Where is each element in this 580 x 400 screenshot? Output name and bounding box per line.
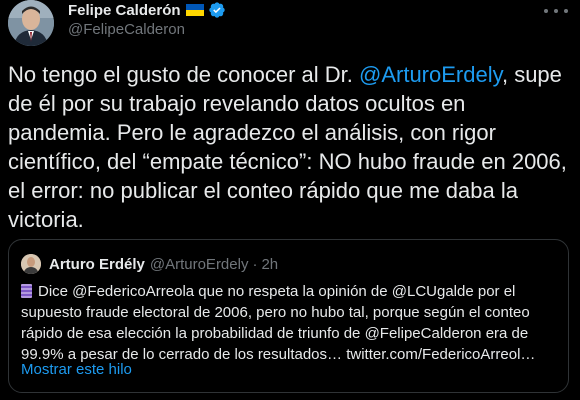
author-handle[interactable]: @FelipeCalderon [68, 21, 185, 38]
tweet-text: No tengo el gusto de conocer al Dr. @Art… [8, 60, 574, 234]
tweet: Felipe Calderón @FelipeCalderon No tengo… [0, 0, 580, 400]
author-name-row: Felipe Calderón [68, 0, 226, 20]
author-avatar[interactable] [8, 0, 54, 46]
mention-link[interactable]: @ArturoErdely [359, 62, 502, 87]
quoted-text: Dice @FedericoArreola que no respeta la … [21, 281, 561, 365]
quoted-author-avatar[interactable] [21, 254, 41, 274]
author-display-name[interactable]: Felipe Calderón [68, 2, 181, 19]
quoted-tweet[interactable]: Arturo Erdély @ArturoErdely · 2h Dice @F… [8, 239, 569, 393]
quoted-separator: · [252, 255, 258, 273]
quoted-timestamp[interactable]: 2h [261, 256, 278, 273]
show-thread-link[interactable]: Mostrar este hilo [21, 361, 132, 378]
verified-badge-icon [208, 1, 226, 19]
tweet-text-part1: No tengo el gusto de conocer al Dr. [8, 62, 359, 87]
ukraine-flag-icon [185, 4, 204, 16]
quoted-handle[interactable]: @ArturoErdely [150, 256, 249, 273]
more-options-icon[interactable] [544, 4, 568, 18]
quoted-display-name[interactable]: Arturo Erdély [49, 256, 145, 273]
quoted-text-body: Dice @FedericoArreola que no respeta la … [21, 283, 536, 363]
quoted-header: Arturo Erdély @ArturoErdely · 2h [21, 253, 278, 275]
thread-spool-icon [21, 284, 32, 298]
tweet-text-part2: , supe de él por su trabajo revelando da… [8, 62, 567, 232]
